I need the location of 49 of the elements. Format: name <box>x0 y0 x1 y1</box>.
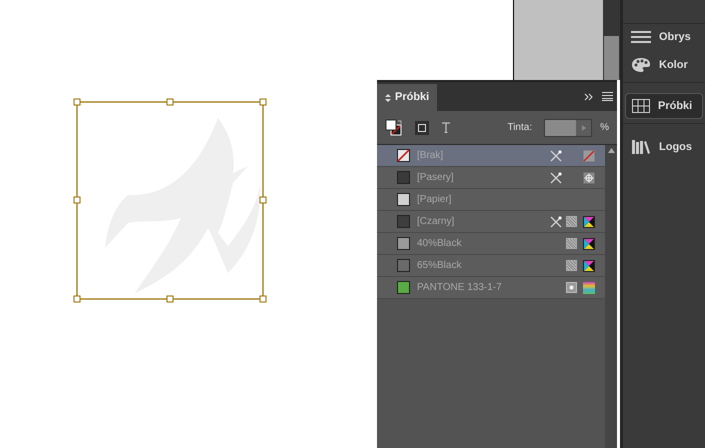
spectrum-icon <box>583 282 595 294</box>
swatch-name: [Brak] <box>417 149 444 163</box>
selected-frame-drawing[interactable] <box>73 98 268 303</box>
swatch-row[interactable]: 40%Black <box>377 233 605 255</box>
tint-field[interactable] <box>544 118 592 136</box>
swatch-row[interactable]: [Papier] <box>377 189 605 211</box>
swatch-row[interactable]: [Pasery] <box>377 167 605 189</box>
tint-label: Tinta: <box>507 121 532 135</box>
swatch-name: [Papier] <box>417 193 452 207</box>
swatch-name: 65%Black <box>417 259 462 273</box>
dock-item[interactable]: Logos <box>625 134 703 160</box>
cmyk-icon <box>583 238 595 250</box>
books-icon <box>631 139 651 155</box>
scrollbar[interactable] <box>603 0 620 80</box>
swatch-name: [Pasery] <box>417 171 455 185</box>
swatch-name: PANTONE 133-1-7 <box>417 281 503 295</box>
grid-icon <box>632 99 650 113</box>
container-icon[interactable] <box>415 120 429 134</box>
process-icon <box>566 260 576 271</box>
spot-icon <box>566 282 576 293</box>
swatch-row[interactable]: PANTONE 133-1-7 <box>377 277 605 299</box>
text-format-icon[interactable] <box>441 122 451 133</box>
up-down-caret-icon <box>385 94 391 102</box>
menu-icon[interactable] <box>602 92 613 101</box>
crossed-pencil-icon <box>550 216 562 228</box>
double-chevron-icon[interactable] <box>584 92 594 100</box>
up-arrow-icon[interactable] <box>608 148 614 153</box>
dock-item[interactable]: Obrys <box>625 24 703 50</box>
tint-unit: % <box>600 121 609 135</box>
swatch-row[interactable]: 65%Black <box>377 255 605 277</box>
lines-icon <box>631 30 651 44</box>
dock-item[interactable]: Kolor <box>625 52 703 78</box>
swatch-row[interactable]: [Brak] <box>377 145 605 167</box>
palette-icon <box>631 57 651 73</box>
swatch-name: [Czarny] <box>417 215 456 229</box>
crossed-pencil-icon <box>550 172 562 184</box>
fill-stroke-icon[interactable] <box>385 118 403 136</box>
process-icon <box>566 238 576 249</box>
cmyk-icon <box>583 216 595 228</box>
cmyk-icon <box>583 260 595 272</box>
swatch-name: 40%Black <box>417 237 462 251</box>
process-icon <box>566 216 576 227</box>
none-mode-icon <box>583 150 595 162</box>
swatch-row[interactable]: [Czarny] <box>377 211 605 233</box>
crossed-pencil-icon <box>550 150 562 162</box>
scrollbar[interactable] <box>605 145 617 448</box>
panel-tab[interactable]: Próbki <box>377 84 438 111</box>
registration-icon <box>583 172 595 184</box>
dock-item[interactable]: Próbki <box>625 93 703 119</box>
